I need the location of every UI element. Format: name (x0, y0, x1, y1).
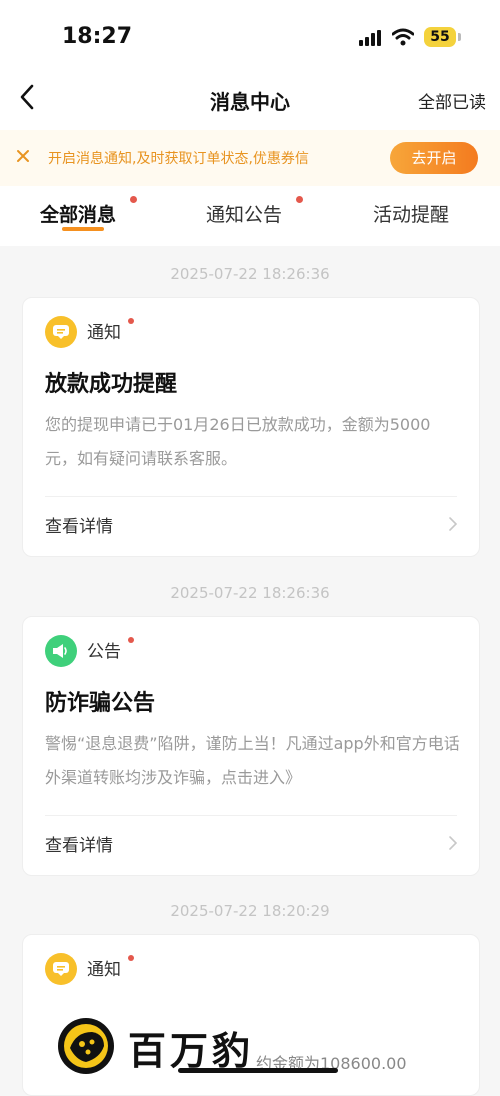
notification-notice-bar: 开启消息通知,及时获取订单状态,优惠券信 去开启 (0, 130, 500, 186)
tab-announcements[interactable]: 通知公告 (206, 200, 282, 227)
active-tab-indicator (62, 227, 104, 231)
status-time: 18:27 (62, 24, 133, 49)
cellular-signal-icon (359, 30, 381, 46)
enable-notifications-button[interactable]: 去开启 (390, 142, 478, 174)
message-body: 警惕“退息退费”陷阱，谨防上当！凡通过app外和官方电话外渠道转账均涉及诈骗，点… (45, 734, 460, 787)
notice-icon (45, 316, 77, 348)
message-type-label: 公告 (87, 642, 121, 662)
message-type-label: 通知 (87, 960, 121, 980)
megaphone-icon (45, 635, 77, 667)
message-timestamp: 2025-07-22 18:20:29 (170, 902, 330, 920)
message-tabs: 全部消息 通知公告 活动提醒 (0, 186, 500, 246)
chevron-right-icon (449, 517, 458, 531)
chevron-right-icon (449, 836, 458, 850)
wifi-icon (392, 28, 414, 46)
tab-activity-reminders[interactable]: 活动提醒 (373, 200, 449, 227)
message-title: 防诈骗公告 (45, 691, 156, 716)
mark-all-read-button[interactable]: 全部已读 (418, 88, 486, 113)
battery-cap (458, 33, 461, 41)
notice-text: 开启消息通知,及时获取订单状态,优惠券信 (48, 151, 309, 167)
message-timestamp: 2025-07-22 18:26:36 (170, 584, 330, 602)
battery-icon: 55 (424, 27, 456, 47)
status-bar: 18:27 55 (0, 0, 500, 70)
tab-unread-dot (130, 196, 137, 203)
leopard-logo-icon (58, 1018, 114, 1074)
home-indicator (178, 1068, 338, 1073)
unread-dot (128, 318, 134, 324)
close-icon[interactable] (14, 147, 32, 165)
unread-dot (128, 637, 134, 643)
tab-unread-dot (296, 196, 303, 203)
message-title: 放款成功提醒 (45, 372, 178, 397)
unread-dot (128, 955, 134, 961)
view-details-link[interactable]: 查看详情 (45, 831, 113, 856)
message-type-label: 通知 (87, 323, 121, 343)
message-card[interactable]: 通知 放款成功提醒 您的提现申请已于01月26日已放款成功，金额为5000元，如… (22, 297, 480, 557)
message-card[interactable]: 公告 防诈骗公告 警惕“退息退费”陷阱，谨防上当！凡通过app外和官方电话外渠道… (22, 616, 480, 876)
message-body: 您的提现申请已于01月26日已放款成功，金额为5000元，如有疑问请联系客服。 (45, 415, 431, 468)
notice-icon (45, 953, 77, 985)
divider (45, 815, 457, 816)
nav-bar: 消息中心 全部已读 (0, 70, 500, 130)
watermark-brand: 百万豹 (128, 1028, 255, 1073)
view-details-link[interactable]: 查看详情 (45, 512, 113, 537)
divider (45, 496, 457, 497)
message-timestamp: 2025-07-22 18:26:36 (170, 265, 330, 283)
tab-all-messages[interactable]: 全部消息 (40, 200, 116, 227)
